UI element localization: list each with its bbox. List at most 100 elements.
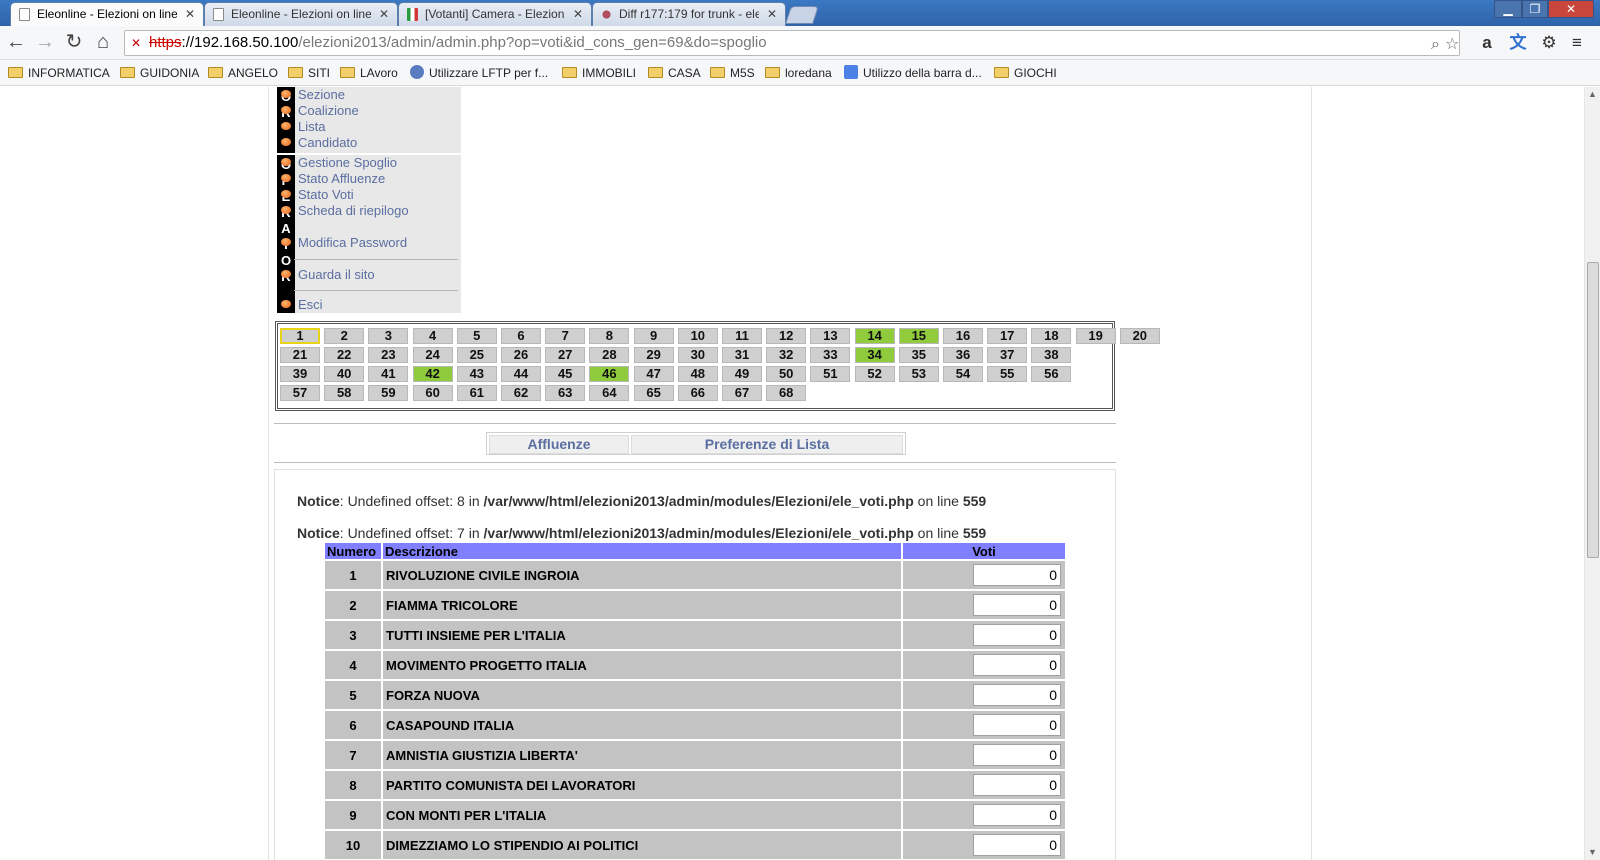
close-icon[interactable]: ✕ bbox=[185, 3, 195, 25]
section-cell[interactable]: 12 bbox=[766, 328, 807, 344]
section-cell[interactable]: 22 bbox=[324, 347, 365, 363]
section-cell[interactable]: 45 bbox=[545, 366, 586, 382]
section-cell[interactable]: 9 bbox=[633, 328, 674, 344]
browser-tab[interactable]: Eleonline - Elezioni on line ✕ bbox=[204, 2, 398, 26]
menu-item-stato-affluenze[interactable]: Stato Affluenze bbox=[281, 171, 385, 186]
section-cell[interactable]: 50 bbox=[766, 366, 807, 382]
votes-input[interactable] bbox=[973, 594, 1061, 616]
votes-input[interactable] bbox=[973, 804, 1061, 826]
bookmark-item[interactable]: ANGELO bbox=[208, 65, 278, 81]
scroll-up-icon[interactable]: ▲ bbox=[1588, 89, 1597, 99]
section-cell[interactable]: 44 bbox=[501, 366, 541, 382]
menu-item-coalizione[interactable]: Coalizione bbox=[281, 103, 359, 118]
section-cell[interactable]: 42 bbox=[412, 366, 453, 382]
section-cell[interactable]: 49 bbox=[722, 366, 762, 382]
section-cell[interactable]: 20 bbox=[1119, 328, 1160, 344]
browser-tab[interactable]: Eleonline - Elezioni on line ✕ bbox=[10, 2, 204, 27]
section-cell[interactable]: 21 bbox=[280, 347, 320, 363]
minimize-button[interactable]: ▁ bbox=[1494, 0, 1522, 18]
bookmark-item[interactable]: GIOCHI bbox=[994, 65, 1057, 81]
section-cell[interactable]: 67 bbox=[722, 385, 762, 401]
section-cell[interactable]: 15 bbox=[898, 328, 939, 344]
section-cell[interactable]: 6 bbox=[501, 328, 541, 344]
browser-tab[interactable]: Diff r177:179 for trunk - ele ✕ bbox=[592, 2, 786, 26]
section-cell[interactable]: 53 bbox=[898, 366, 939, 382]
address-bar[interactable]: ✕ https://192.168.50.100/elezioni2013/ad… bbox=[124, 30, 1460, 56]
section-cell[interactable]: 5 bbox=[456, 328, 497, 344]
menu-item-gestione-spoglio[interactable]: Gestione Spoglio bbox=[281, 155, 397, 170]
back-arrow-icon[interactable]: ← bbox=[4, 31, 28, 55]
section-cell[interactable]: 41 bbox=[368, 366, 409, 382]
section-cell[interactable]: 56 bbox=[1031, 366, 1072, 382]
section-cell[interactable]: 4 bbox=[412, 328, 453, 344]
bookmark-item[interactable]: Utilizzare LFTP per f... bbox=[410, 65, 548, 81]
section-cell[interactable]: 48 bbox=[677, 366, 718, 382]
forward-arrow-icon[interactable]: → bbox=[33, 31, 57, 55]
section-cell[interactable]: 61 bbox=[456, 385, 497, 401]
section-cell[interactable]: 7 bbox=[545, 328, 586, 344]
section-cell[interactable]: 29 bbox=[633, 347, 674, 363]
gear-icon[interactable]: ⚙ bbox=[1538, 32, 1560, 54]
section-cell[interactable]: 19 bbox=[1075, 328, 1116, 344]
section-cell[interactable]: 38 bbox=[1031, 347, 1072, 363]
maximize-button[interactable]: ❐ bbox=[1522, 0, 1548, 18]
bookmark-item[interactable]: LAvoro bbox=[340, 65, 398, 81]
votes-input[interactable] bbox=[973, 564, 1061, 586]
zoom-icon[interactable]: ⌕ bbox=[1431, 33, 1440, 57]
section-cell[interactable]: 28 bbox=[589, 347, 630, 363]
section-cell[interactable]: 14 bbox=[854, 328, 895, 344]
section-cell[interactable]: 59 bbox=[368, 385, 409, 401]
section-cell[interactable]: 43 bbox=[456, 366, 497, 382]
section-cell[interactable]: 16 bbox=[943, 328, 983, 344]
section-cell[interactable]: 47 bbox=[633, 366, 674, 382]
menu-item-esci[interactable]: Esci bbox=[281, 297, 323, 312]
translate-extension-icon[interactable]: 文 bbox=[1507, 32, 1529, 54]
section-cell[interactable]: 52 bbox=[854, 366, 895, 382]
section-cell[interactable]: 57 bbox=[280, 385, 320, 401]
section-cell[interactable]: 37 bbox=[987, 347, 1028, 363]
section-cell[interactable]: 51 bbox=[810, 366, 851, 382]
section-cell[interactable]: 23 bbox=[368, 347, 409, 363]
section-cell[interactable]: 1 bbox=[280, 328, 320, 344]
menu-icon[interactable]: ≡ bbox=[1566, 32, 1588, 54]
section-cell[interactable]: 18 bbox=[1031, 328, 1072, 344]
section-cell[interactable]: 13 bbox=[810, 328, 851, 344]
close-window-button[interactable]: ✕ bbox=[1548, 0, 1594, 18]
bookmark-item[interactable]: INFORMATICA bbox=[8, 65, 110, 81]
section-cell[interactable]: 68 bbox=[766, 385, 807, 401]
section-cell[interactable]: 64 bbox=[589, 385, 630, 401]
close-icon[interactable]: ✕ bbox=[379, 3, 389, 25]
bookmark-item[interactable]: CASA bbox=[648, 65, 701, 81]
reload-icon[interactable]: ↻ bbox=[62, 31, 86, 55]
section-cell[interactable]: 60 bbox=[412, 385, 453, 401]
section-cell[interactable]: 27 bbox=[545, 347, 586, 363]
section-cell[interactable]: 11 bbox=[722, 328, 762, 344]
affluenze-link[interactable]: Affluenze bbox=[489, 435, 629, 454]
section-cell[interactable]: 39 bbox=[280, 366, 320, 382]
votes-input[interactable] bbox=[973, 774, 1061, 796]
section-cell[interactable]: 32 bbox=[766, 347, 807, 363]
section-cell[interactable]: 58 bbox=[324, 385, 365, 401]
bookmark-item[interactable]: GUIDONIA bbox=[120, 65, 199, 81]
votes-input[interactable] bbox=[973, 624, 1061, 646]
votes-input[interactable] bbox=[973, 714, 1061, 736]
section-cell[interactable]: 33 bbox=[810, 347, 851, 363]
vertical-scrollbar[interactable]: ▲ ▼ bbox=[1584, 87, 1600, 860]
section-cell[interactable]: 54 bbox=[943, 366, 983, 382]
section-cell[interactable]: 26 bbox=[501, 347, 541, 363]
star-icon[interactable]: ☆ bbox=[1445, 33, 1459, 57]
menu-item-lista[interactable]: Lista bbox=[281, 119, 325, 134]
bookmark-item[interactable]: M5S bbox=[710, 65, 755, 81]
section-cell[interactable]: 2 bbox=[324, 328, 365, 344]
menu-item-modifica-password[interactable]: Modifica Password bbox=[281, 235, 407, 250]
section-cell[interactable]: 24 bbox=[412, 347, 453, 363]
menu-item-scheda-riepilogo[interactable]: Scheda di riepilogo bbox=[281, 203, 409, 218]
section-cell[interactable]: 35 bbox=[898, 347, 939, 363]
close-icon[interactable]: ✕ bbox=[573, 3, 583, 25]
votes-input[interactable] bbox=[973, 834, 1061, 856]
section-cell[interactable]: 30 bbox=[677, 347, 718, 363]
bookmark-item[interactable]: Utilizzo della barra d... bbox=[844, 65, 982, 81]
section-cell[interactable]: 66 bbox=[677, 385, 718, 401]
home-icon[interactable]: ⌂ bbox=[91, 31, 115, 55]
menu-item-sezione[interactable]: Sezione bbox=[281, 87, 345, 102]
